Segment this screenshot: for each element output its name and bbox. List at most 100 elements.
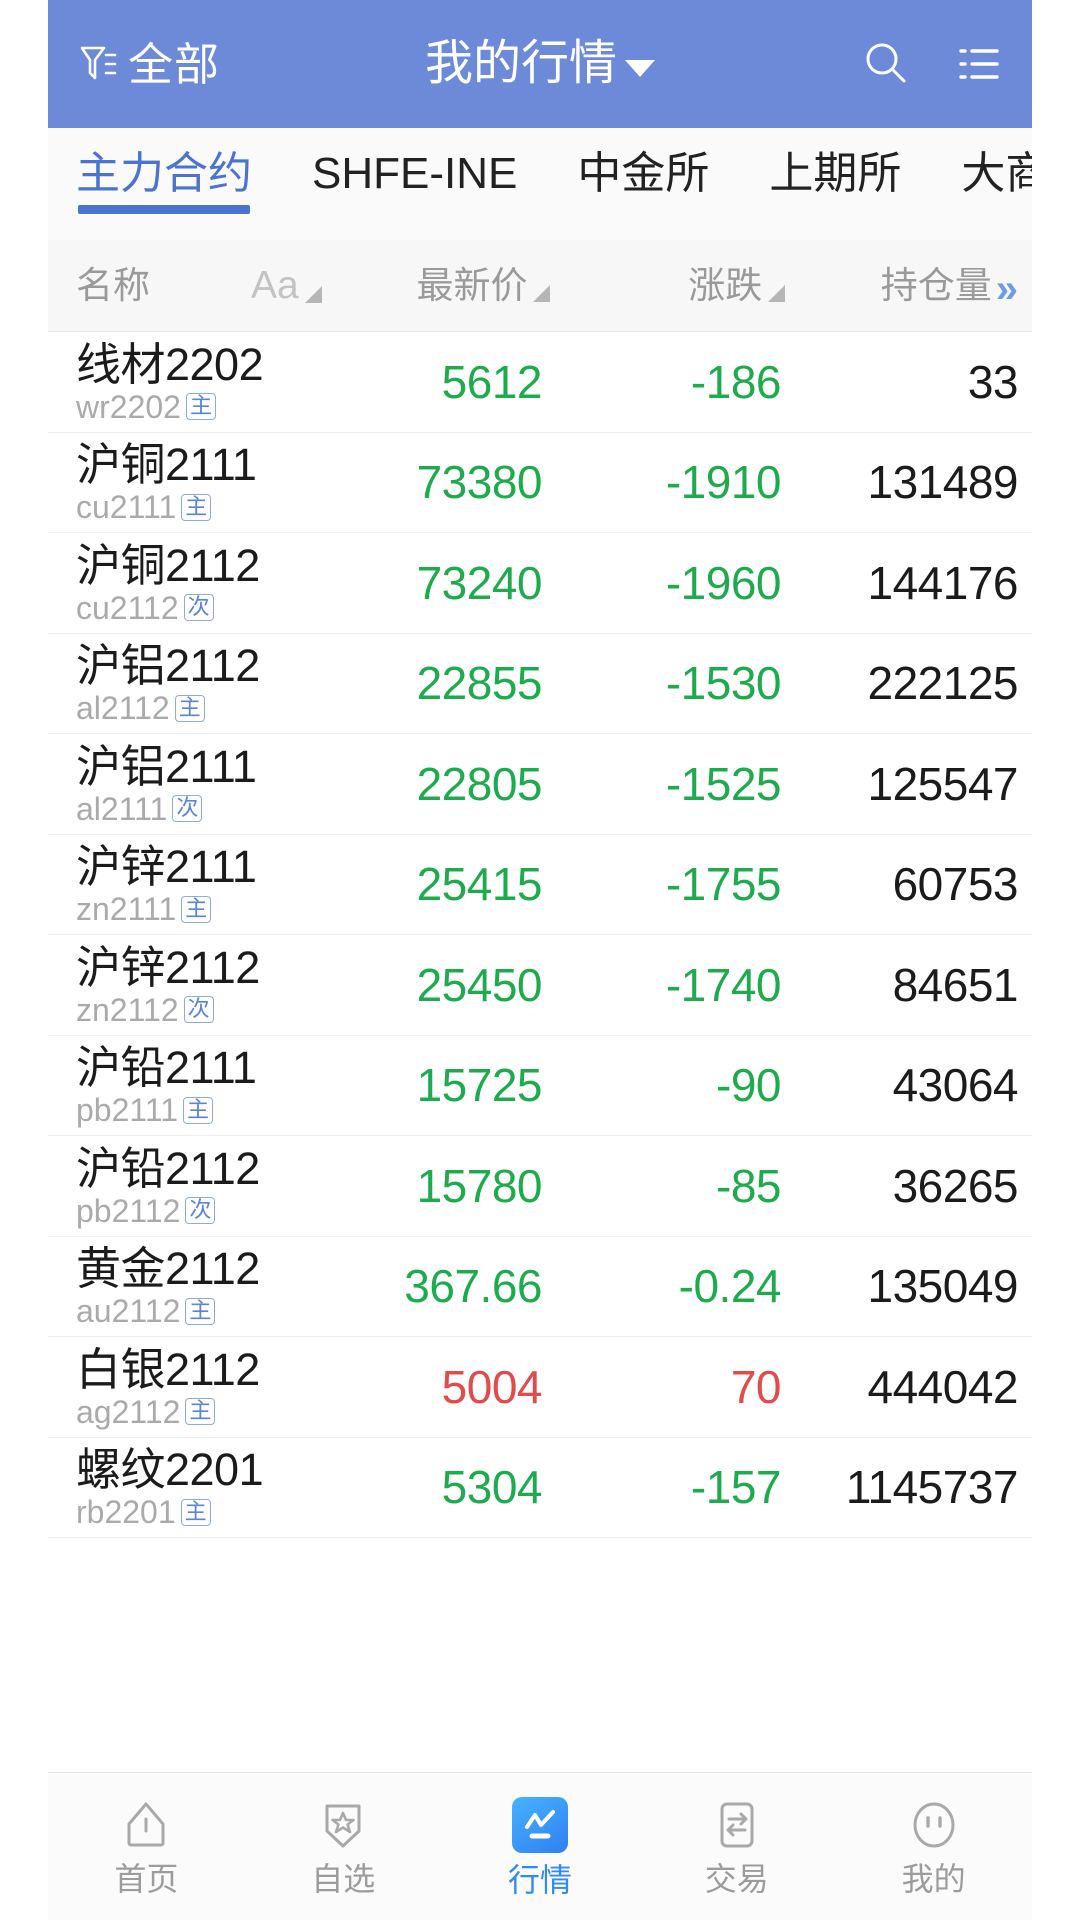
table-row[interactable]: 黄金2112 au2112 主 367.66 -0.24 135049: [48, 1236, 1032, 1337]
table-row[interactable]: 沪铜2111 cu2111 主 73380 -1910 131489: [48, 432, 1032, 533]
instrument-name-cell: 螺纹2201 rb2201 主: [76, 1446, 311, 1529]
instrument-code-line: rb2201 主: [76, 1496, 311, 1528]
table-row[interactable]: 沪铝2111 al2111 次 22805 -1525 125547: [48, 734, 1032, 835]
nav-item-home[interactable]: 首页: [48, 1798, 245, 1895]
instrument-name: 沪锌2112: [76, 941, 260, 993]
filter-all-button[interactable]: 全部: [78, 42, 220, 87]
column-header-name-group: 名称: [76, 267, 251, 304]
instrument-name-cell: 沪铅2112 pb2112 次: [76, 1144, 311, 1229]
open-interest: 144176: [867, 556, 1019, 609]
column-header-change-label: 涨跌: [688, 265, 763, 306]
list-menu-icon[interactable]: [952, 38, 1004, 90]
nav-item-quotes[interactable]: 行情: [442, 1797, 639, 1896]
table-row[interactable]: 沪铅2111 pb2111 主 15725 -90 43064: [48, 1035, 1032, 1136]
exchange-tab-bar: 主力合约 SHFE-INE 中金所 上期所 大商所: [48, 128, 1032, 240]
last-price: 22805: [416, 757, 543, 810]
nav-item-profile[interactable]: 我的: [835, 1798, 1032, 1895]
table-row[interactable]: 白银2112 ag2112 主 5004 70 444042: [48, 1337, 1032, 1438]
filter-icon: [80, 46, 117, 80]
last-price: 22855: [416, 657, 543, 710]
column-header-aa-label: Aa: [251, 264, 299, 307]
table-row[interactable]: 沪铝2112 al2112 主 22855 -1530 222125: [48, 633, 1032, 734]
tab-dce[interactable]: 大商所: [961, 128, 1032, 198]
column-header-change[interactable]: 涨跌: [556, 267, 789, 304]
instrument-code: pb2111: [76, 1092, 179, 1129]
tab-main-contracts[interactable]: 主力合约: [76, 128, 252, 215]
column-header-price[interactable]: 最新价: [322, 267, 557, 304]
quote-list[interactable]: 线材2202 wr2202 主 5612 -186 33 沪铜2111 cu2111 主 7338…: [48, 332, 1032, 1772]
instrument-name-cell: 沪锌2112 zn2112 次: [76, 941, 311, 1028]
instrument-code-line: cu2112 次: [76, 592, 311, 624]
home-icon: [127, 1802, 165, 1847]
price-change: -1960: [665, 556, 782, 609]
open-interest: 33: [967, 355, 1019, 408]
instrument-name: 沪铜2111: [76, 439, 257, 491]
table-row[interactable]: 沪铜2112 cu2112 次 73240 -1960 144176: [48, 533, 1032, 634]
open-interest: 36265: [892, 1159, 1019, 1212]
instrument-name: 沪铝2111: [76, 740, 257, 792]
nav-label-trade: 交易: [704, 1861, 769, 1897]
header-actions: [860, 38, 1004, 90]
chevron-down-icon: [625, 59, 655, 77]
instrument-code: cu2111: [76, 489, 177, 526]
tab-shfe[interactable]: 上期所: [769, 128, 901, 198]
last-price: 73240: [416, 556, 543, 609]
instrument-code-line: al2111 次: [76, 793, 311, 825]
nav-item-trade[interactable]: 交易: [638, 1798, 835, 1895]
table-row[interactable]: 沪锌2112 zn2112 次 25450 -1740 84651: [48, 935, 1032, 1036]
last-price: 15780: [416, 1159, 543, 1212]
price-change: -1530: [665, 657, 782, 710]
search-icon[interactable]: [860, 38, 912, 90]
price-change: -0.24: [678, 1260, 782, 1313]
table-row[interactable]: 线材2202 wr2202 主 5612 -186 33: [48, 332, 1032, 433]
nav-label-quotes: 行情: [507, 1862, 572, 1898]
open-interest: 444042: [867, 1360, 1019, 1413]
tab-cffex[interactable]: 中金所: [577, 128, 709, 198]
contract-type-badge: 主: [185, 1398, 216, 1426]
tab-shfe-ine[interactable]: SHFE-INE: [312, 128, 517, 198]
instrument-code: zn2112: [76, 991, 179, 1028]
chart-line-icon: [511, 1797, 568, 1853]
column-header-name-sort[interactable]: Aa: [251, 266, 322, 305]
nav-item-watchlist[interactable]: 自选: [245, 1798, 442, 1895]
instrument-code: wr2202: [76, 388, 181, 425]
profile-icon: [913, 1802, 955, 1848]
last-price: 73380: [416, 456, 543, 509]
bottom-navigation: 首页 自选 行情 交易 我的: [48, 1772, 1032, 1920]
instrument-code-line: pb2111 主: [76, 1094, 311, 1126]
page-title: 我的行情: [424, 37, 617, 90]
table-row[interactable]: 沪锌2111 zn2111 主 25415 -1755 60753: [48, 834, 1032, 935]
contract-type-badge: 主: [181, 493, 212, 521]
app-header: 全部 我的行情: [48, 0, 1032, 128]
instrument-name-cell: 沪锌2111 zn2111 主: [76, 841, 311, 926]
price-change: -1755: [665, 858, 782, 911]
instrument-code: cu2112: [76, 589, 179, 626]
instrument-code-line: au2112 主: [76, 1295, 311, 1327]
last-price: 5304: [441, 1461, 543, 1514]
instrument-name: 黄金2112: [76, 1243, 260, 1295]
instrument-code-line: wr2202 主: [76, 391, 311, 423]
column-header-open-interest[interactable]: 持仓量 »: [789, 267, 1018, 309]
price-change: -1525: [665, 757, 782, 810]
table-row[interactable]: 螺纹2201 rb2201 主 5304 -157 1145737: [48, 1437, 1032, 1538]
contract-type-badge: 主: [174, 694, 205, 722]
instrument-name: 沪锌2111: [76, 841, 257, 893]
contract-type-badge: 主: [185, 1297, 216, 1325]
instrument-code-line: cu2111 主: [76, 491, 311, 523]
watchlist-selector[interactable]: 我的行情: [425, 40, 655, 88]
column-header-name: 名称: [76, 265, 150, 306]
open-interest: 60753: [892, 858, 1019, 911]
star-badge-icon: [325, 1804, 361, 1848]
instrument-name: 沪铅2111: [76, 1042, 257, 1094]
instrument-code: ag2112: [76, 1393, 181, 1430]
double-chevron-right-icon[interactable]: »: [996, 269, 1018, 309]
contract-type-badge: 次: [183, 996, 214, 1024]
table-row[interactable]: 沪铅2112 pb2112 次 15780 -85 36265: [48, 1136, 1032, 1237]
instrument-name: 白银2112: [76, 1343, 260, 1395]
contract-type-badge: 次: [185, 1197, 216, 1225]
instrument-name: 线材2202: [76, 338, 264, 390]
nav-label-home: 首页: [114, 1861, 179, 1897]
table-column-header: 名称 Aa 最新价 涨跌 持仓量 »: [48, 240, 1032, 332]
nav-label-profile: 我的: [901, 1861, 966, 1897]
instrument-code: pb2112: [76, 1192, 181, 1229]
